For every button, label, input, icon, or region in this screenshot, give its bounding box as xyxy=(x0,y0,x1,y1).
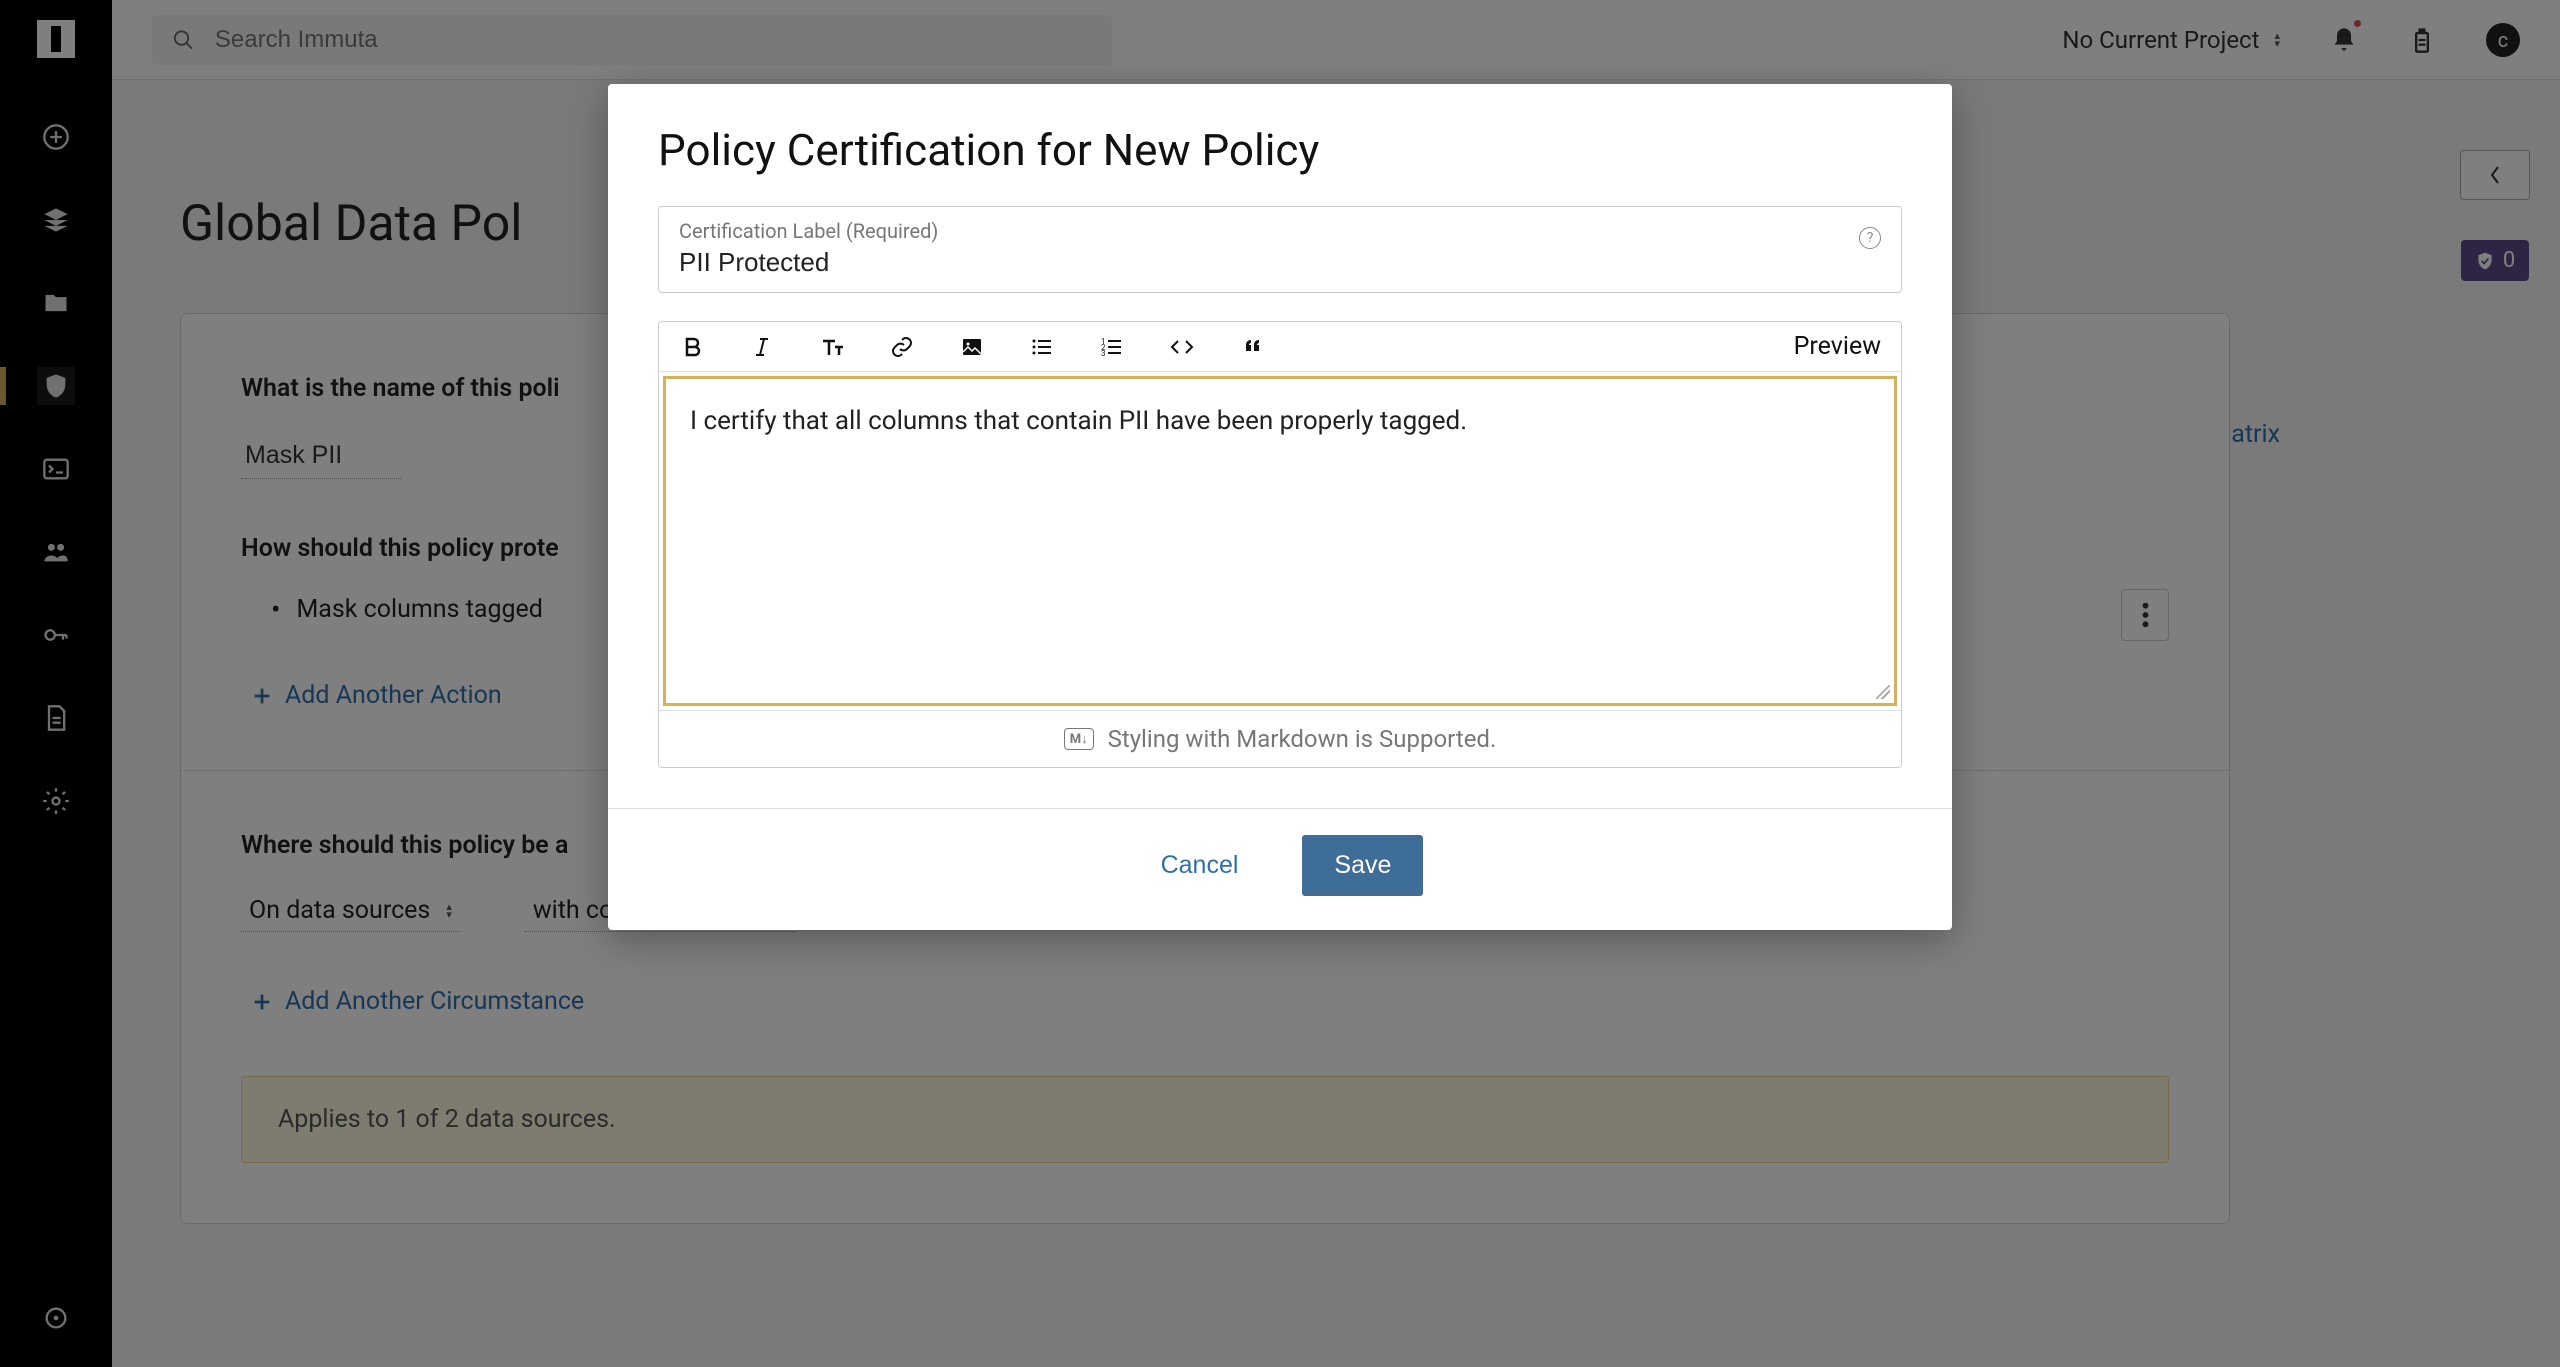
code-icon[interactable] xyxy=(1169,334,1195,360)
help-icon[interactable]: ? xyxy=(1859,227,1881,249)
cert-label-field[interactable]: Certification Label (Required) ? xyxy=(658,206,1902,293)
editor-wrap: 123 Preview I certify that all columns t… xyxy=(658,321,1902,768)
cert-label-label: Certification Label (Required) xyxy=(679,219,1881,243)
modal-title: Policy Certification for New Policy xyxy=(658,124,1902,176)
text-size-icon[interactable] xyxy=(819,334,845,360)
cancel-button[interactable]: Cancel xyxy=(1137,835,1263,896)
cert-label-input[interactable] xyxy=(679,247,1821,278)
save-button[interactable]: Save xyxy=(1302,835,1423,896)
editor-toolbar: 123 Preview xyxy=(659,322,1901,372)
cert-description-textarea[interactable]: I certify that all columns that contain … xyxy=(663,376,1897,706)
image-icon[interactable] xyxy=(959,334,985,360)
italic-icon[interactable] xyxy=(749,334,775,360)
editor-footer: M↓ Styling with Markdown is Supported. xyxy=(659,710,1901,767)
markdown-badge-icon: M↓ xyxy=(1064,728,1094,750)
link-icon[interactable] xyxy=(889,334,915,360)
modal-actions: Cancel Save xyxy=(608,808,1952,930)
svg-text:3: 3 xyxy=(1101,349,1106,358)
numbered-list-icon[interactable]: 123 xyxy=(1099,334,1125,360)
policy-certification-modal: Policy Certification for New Policy Cert… xyxy=(608,84,1952,930)
preview-toggle[interactable]: Preview xyxy=(1794,332,1881,361)
markdown-hint: Styling with Markdown is Supported. xyxy=(1108,725,1497,753)
quote-icon[interactable] xyxy=(1239,334,1265,360)
bold-icon[interactable] xyxy=(679,334,705,360)
bullet-list-icon[interactable] xyxy=(1029,334,1055,360)
